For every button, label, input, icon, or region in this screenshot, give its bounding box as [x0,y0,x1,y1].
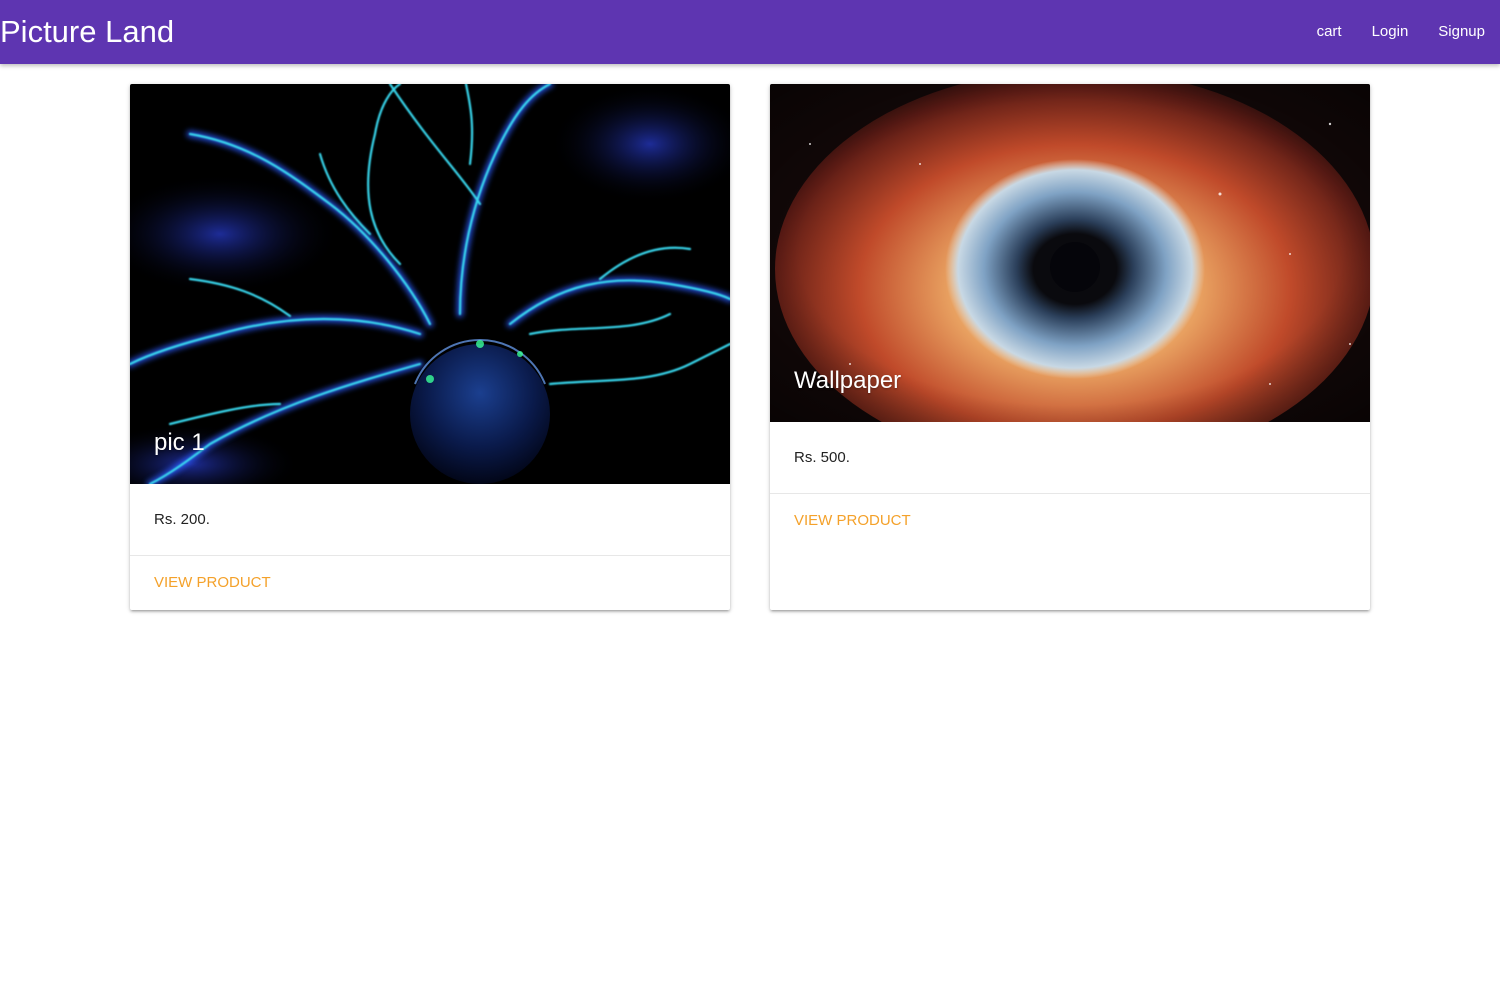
nav-link-cart[interactable]: cart [1302,0,1357,64]
product-image: Wallpaper [770,84,1370,422]
product-title: Wallpaper [794,367,902,394]
brand-logo[interactable]: Picture Land [0,0,174,64]
product-card: Wallpaper Rs. 500. VIEW PRODUCT [770,84,1370,610]
card-action: VIEW PRODUCT [130,556,730,610]
nav-links: cart Login Signup [1302,0,1500,64]
product-price: Rs. 500. [770,422,1370,494]
view-product-button[interactable]: VIEW PRODUCT [154,574,271,591]
nav-link-signup[interactable]: Signup [1423,0,1500,64]
card-action: VIEW PRODUCT [770,494,1370,548]
product-title: pic 1 [154,429,205,456]
view-product-button[interactable]: VIEW PRODUCT [794,512,911,529]
product-image: pic 1 [130,84,730,484]
nav-link-login[interactable]: Login [1357,0,1424,64]
plasma-ball-image [130,84,730,484]
product-price: Rs. 200. [130,484,730,556]
product-card: pic 1 Rs. 200. VIEW PRODUCT [130,84,730,610]
navbar: Picture Land cart Login Signup [0,0,1500,64]
